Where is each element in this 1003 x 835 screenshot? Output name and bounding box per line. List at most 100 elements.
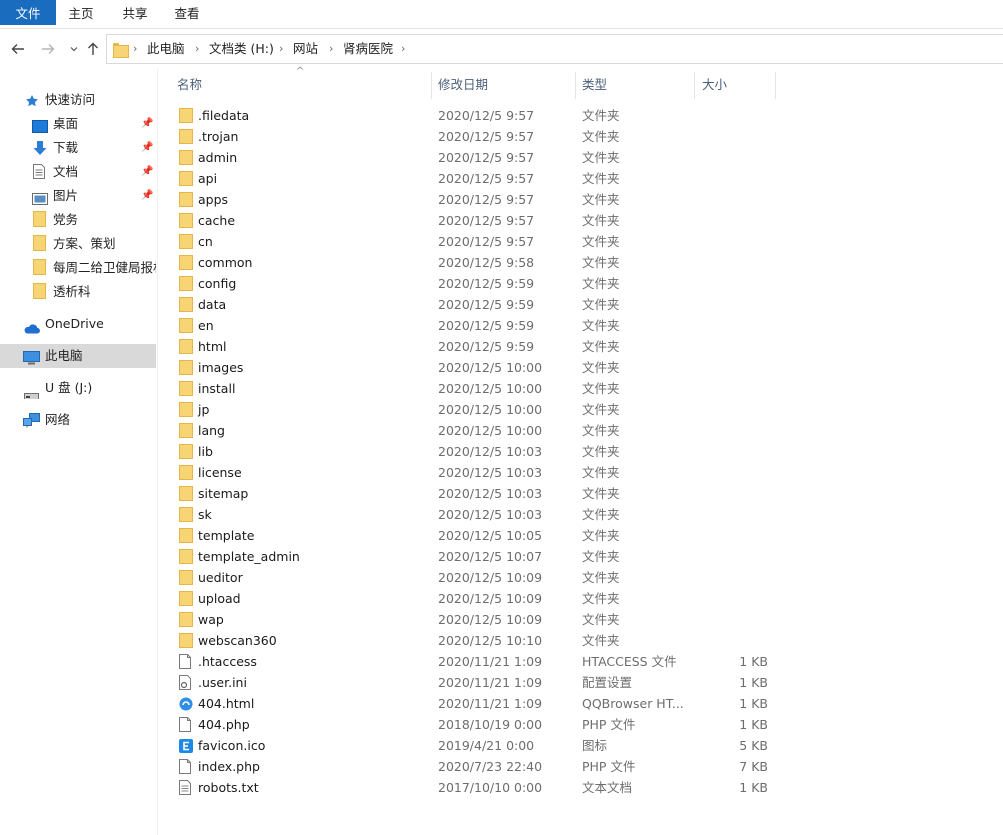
file-name: lib: [198, 444, 213, 459]
file-row[interactable]: .user.ini 2020/11/21 1:09 配置设置 1 KB: [174, 672, 774, 693]
file-row[interactable]: apps 2020/12/5 9:57 文件夹: [174, 189, 774, 210]
file-modified-date: 2020/12/5 10:09: [438, 591, 543, 606]
file-row[interactable]: template 2020/12/5 10:05 文件夹: [174, 525, 774, 546]
sidebar-item-network[interactable]: 网络: [0, 409, 156, 431]
sidebar-item-downloads[interactable]: 下载 📌: [0, 137, 156, 159]
file-type: 文件夹: [582, 507, 620, 522]
file-modified-date: 2020/12/5 9:57: [438, 150, 535, 165]
file-row[interactable]: admin 2020/12/5 9:57 文件夹: [174, 147, 774, 168]
file-name: template: [198, 528, 255, 543]
column-divider[interactable]: [431, 72, 432, 99]
folder-icon: [33, 259, 46, 279]
file-row[interactable]: wap 2020/12/5 10:09 文件夹: [174, 609, 774, 630]
file-type: 配置设置: [582, 675, 633, 690]
pin-icon: 📌: [141, 190, 154, 201]
breadcrumb-drive-h[interactable]: 文档类 (H:): [209, 35, 274, 63]
file-row[interactable]: upload 2020/12/5 10:09 文件夹: [174, 588, 774, 609]
tab-home[interactable]: 主页: [58, 0, 104, 25]
sidebar-item-documents[interactable]: 文档 📌: [0, 161, 156, 183]
up-button[interactable]: [84, 39, 102, 59]
file-row[interactable]: favicon.ico 2019/4/21 0:00 图标 5 KB: [174, 735, 774, 756]
file-row[interactable]: .filedata 2020/12/5 9:57 文件夹: [174, 105, 774, 126]
back-button[interactable]: [9, 39, 27, 59]
column-header-name[interactable]: 名称: [177, 69, 431, 101]
file-row[interactable]: sitemap 2020/12/5 10:03 文件夹: [174, 483, 774, 504]
document-icon: [33, 164, 45, 183]
breadcrumb-this-pc[interactable]: 此电脑: [147, 35, 185, 63]
sidebar-item-usb-drive[interactable]: U 盘 (J:): [0, 377, 156, 399]
sidebar-item-folder[interactable]: 党务: [0, 209, 156, 231]
sidebar-item-onedrive[interactable]: OneDrive: [0, 313, 156, 335]
pin-icon: 📌: [141, 142, 154, 153]
file-type: 文件夹: [582, 234, 620, 249]
column-header-size[interactable]: 大小: [702, 69, 774, 101]
file-row[interactable]: webscan360 2020/12/5 10:10 文件夹: [174, 630, 774, 651]
file-modified-date: 2020/12/5 10:10: [438, 633, 543, 648]
pin-icon: 📌: [141, 118, 154, 129]
file-type: 文件夹: [582, 381, 620, 396]
pin-icon: 📌: [141, 166, 154, 177]
file-row[interactable]: html 2020/12/5 9:59 文件夹: [174, 336, 774, 357]
file-row[interactable]: 404.php 2018/10/19 0:00 PHP 文件 1 KB: [174, 714, 774, 735]
sidebar-item-desktop[interactable]: 桌面 📌: [0, 113, 156, 135]
file-name: common: [198, 255, 253, 270]
file-modified-date: 2020/12/5 10:03: [438, 486, 543, 501]
file-row[interactable]: images 2020/12/5 10:00 文件夹: [174, 357, 774, 378]
tab-file[interactable]: 文件: [0, 0, 56, 25]
address-bar[interactable]: › 此电脑 › 文档类 (H:) › 网站 › 肾病医院 ›: [106, 34, 1003, 64]
file-row[interactable]: ueditor 2020/12/5 10:09 文件夹: [174, 567, 774, 588]
file-row[interactable]: sk 2020/12/5 10:03 文件夹: [174, 504, 774, 525]
file-row[interactable]: lang 2020/12/5 10:00 文件夹: [174, 420, 774, 441]
file-type: 文件夹: [582, 528, 620, 543]
column-header-date[interactable]: 修改日期: [438, 69, 574, 101]
file-row[interactable]: en 2020/12/5 9:59 文件夹: [174, 315, 774, 336]
file-name: license: [198, 465, 242, 480]
star-icon: [25, 93, 39, 111]
folder-icon: [33, 283, 46, 303]
breadcrumb-current-folder[interactable]: 肾病医院: [343, 35, 393, 63]
text-file-icon: [179, 780, 191, 801]
file-size: 1 KB: [739, 780, 768, 795]
file-row[interactable]: data 2020/12/5 9:59 文件夹: [174, 294, 774, 315]
file-size: 1 KB: [739, 675, 768, 690]
breadcrumb-website[interactable]: 网站: [293, 35, 318, 63]
sidebar-item-quick-access[interactable]: 快速访问: [0, 89, 156, 111]
file-row[interactable]: index.php 2020/7/23 22:40 PHP 文件 7 KB: [174, 756, 774, 777]
file-row[interactable]: cache 2020/12/5 9:57 文件夹: [174, 210, 774, 231]
file-name: sitemap: [198, 486, 249, 501]
file-name: images: [198, 360, 244, 375]
column-divider[interactable]: [775, 72, 776, 99]
file-row[interactable]: lib 2020/12/5 10:03 文件夹: [174, 441, 774, 462]
file-row[interactable]: api 2020/12/5 9:57 文件夹: [174, 168, 774, 189]
sidebar-item-folder[interactable]: 每周二给卫健局报材: [0, 257, 156, 279]
file-modified-date: 2020/12/5 9:57: [438, 108, 535, 123]
sidebar-item-folder[interactable]: 透析科: [0, 281, 156, 303]
column-divider[interactable]: [575, 72, 576, 99]
recent-locations-button[interactable]: [65, 39, 83, 59]
file-row[interactable]: robots.txt 2017/10/10 0:00 文本文档 1 KB: [174, 777, 774, 798]
file-row[interactable]: template_admin 2020/12/5 10:07 文件夹: [174, 546, 774, 567]
file-name: index.php: [198, 759, 260, 774]
forward-button[interactable]: [39, 39, 57, 59]
file-row[interactable]: install 2020/12/5 10:00 文件夹: [174, 378, 774, 399]
file-row[interactable]: cn 2020/12/5 9:57 文件夹: [174, 231, 774, 252]
file-row[interactable]: .htaccess 2020/11/21 1:09 HTACCESS 文件 1 KB: [174, 651, 774, 672]
tab-share[interactable]: 共享: [112, 0, 158, 25]
column-header-type[interactable]: 类型: [582, 69, 692, 101]
network-icon: [23, 413, 40, 431]
file-size: 1 KB: [739, 654, 768, 669]
file-row[interactable]: 404.html 2020/11/21 1:09 QQBrowser HT... 1 …: [174, 693, 774, 714]
file-row[interactable]: license 2020/12/5 10:03 文件夹: [174, 462, 774, 483]
file-name: html: [198, 339, 227, 354]
file-row[interactable]: config 2020/12/5 9:59 文件夹: [174, 273, 774, 294]
file-row[interactable]: common 2020/12/5 9:58 文件夹: [174, 252, 774, 273]
file-modified-date: 2020/12/5 9:57: [438, 171, 535, 186]
sidebar-item-folder[interactable]: 方案、策划: [0, 233, 156, 255]
sidebar-item-this-pc[interactable]: 此电脑: [0, 344, 156, 368]
file-row[interactable]: jp 2020/12/5 10:00 文件夹: [174, 399, 774, 420]
file-name: apps: [198, 192, 229, 207]
column-divider[interactable]: [694, 72, 695, 99]
sidebar-item-pictures[interactable]: 图片 📌: [0, 185, 156, 207]
tab-view[interactable]: 查看: [164, 0, 210, 25]
file-row[interactable]: .trojan 2020/12/5 9:57 文件夹: [174, 126, 774, 147]
